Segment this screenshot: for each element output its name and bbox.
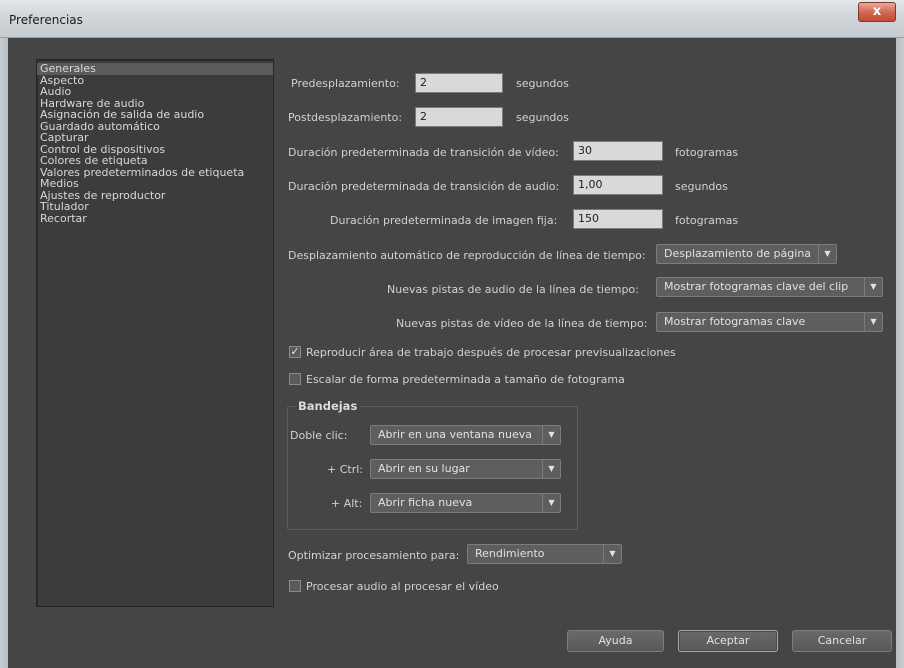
close-icon: x	[872, 4, 882, 19]
play-work-area-checkbox[interactable]: ✓	[289, 346, 301, 358]
ctrl-value: Abrir en su lugar	[378, 462, 470, 475]
new-video-tracks-dropdown[interactable]: Mostrar fotogramas clave ▼	[656, 312, 883, 332]
sidebar-item-recortar[interactable]: Recortar	[37, 213, 273, 225]
play-work-area-label: Reproducir área de trabajo después de pr…	[306, 346, 676, 359]
optimize-dropdown[interactable]: Rendimiento ▼	[467, 544, 622, 564]
sidebar-item-audio[interactable]: Audio	[37, 86, 273, 98]
sidebar-item-medios[interactable]: Medios	[37, 178, 273, 190]
chevron-down-icon: ▼	[542, 426, 560, 444]
chevron-down-icon: ▼	[542, 494, 560, 512]
video-transition-unit: fotogramas	[675, 146, 739, 159]
autoscroll-dropdown[interactable]: Desplazamiento de página ▼	[656, 244, 837, 264]
alt-label: + Alt:	[331, 497, 363, 510]
double-click-value: Abrir en una ventana nueva	[378, 428, 532, 441]
postroll-unit: segundos	[516, 111, 569, 124]
chevron-down-icon: ▼	[864, 313, 882, 331]
chevron-down-icon: ▼	[542, 460, 560, 478]
postroll-input[interactable]: 2	[415, 107, 503, 127]
new-audio-tracks-label: Nuevas pistas de audio de la línea de ti…	[387, 283, 639, 296]
ok-button[interactable]: Aceptar	[678, 630, 778, 652]
ctrl-dropdown[interactable]: Abrir en su lugar ▼	[370, 459, 561, 479]
category-list: Generales Aspecto Audio Hardware de audio As…	[36, 59, 274, 607]
alt-dropdown[interactable]: Abrir ficha nueva ▼	[370, 493, 561, 513]
autoscroll-value: Desplazamiento de página	[664, 247, 812, 260]
audio-transition-input[interactable]: 1,00	[573, 175, 663, 195]
preroll-label: Predesplazamiento:	[291, 77, 400, 90]
new-audio-tracks-dropdown[interactable]: Mostrar fotogramas clave del clip ▼	[656, 277, 883, 297]
window-title: Preferencias	[9, 13, 83, 27]
still-duration-unit: fotogramas	[675, 214, 739, 227]
still-duration-input[interactable]: 150	[573, 209, 663, 229]
chevron-down-icon: ▼	[864, 278, 882, 296]
window-frame-right	[896, 38, 904, 668]
render-audio-checkbox[interactable]	[289, 580, 301, 592]
new-video-tracks-value: Mostrar fotogramas clave	[664, 315, 806, 328]
sidebar-item-generales[interactable]: Generales	[37, 63, 273, 75]
close-button[interactable]: x	[858, 2, 896, 22]
chevron-down-icon: ▼	[603, 545, 621, 563]
video-transition-input[interactable]: 30	[573, 141, 663, 161]
alt-value: Abrir ficha nueva	[378, 496, 473, 509]
sidebar-item-titulador[interactable]: Titulador	[37, 201, 273, 213]
bins-group-title: Bandejas	[295, 399, 361, 413]
sidebar-item-aspecto[interactable]: Aspecto	[37, 75, 273, 87]
double-click-label: Doble clic:	[290, 429, 348, 442]
preroll-unit: segundos	[516, 77, 569, 90]
title-bar: Preferencias x	[0, 0, 904, 38]
postroll-label: Postdesplazamiento:	[288, 111, 403, 124]
new-video-tracks-label: Nuevas pistas de vídeo de la línea de ti…	[396, 317, 648, 330]
ctrl-label: + Ctrl:	[327, 463, 363, 476]
optimize-label: Optimizar procesamiento para:	[288, 549, 460, 562]
chevron-down-icon: ▼	[818, 245, 836, 263]
audio-transition-unit: segundos	[675, 180, 728, 193]
sidebar-item-colores-de-etiqueta[interactable]: Colores de etiqueta	[37, 155, 273, 167]
preroll-input[interactable]: 2	[415, 73, 503, 93]
autoscroll-label: Desplazamiento automático de reproducció…	[288, 249, 646, 262]
checkmark-icon: ✓	[290, 345, 300, 358]
render-audio-label: Procesar audio al procesar el vídeo	[306, 580, 499, 593]
scale-to-frame-checkbox[interactable]	[289, 373, 301, 385]
optimize-value: Rendimiento	[475, 547, 545, 560]
double-click-dropdown[interactable]: Abrir en una ventana nueva ▼	[370, 425, 561, 445]
cancel-button[interactable]: Cancelar	[792, 630, 892, 652]
sidebar-item-capturar[interactable]: Capturar	[37, 132, 273, 144]
scale-to-frame-label: Escalar de forma predeterminada a tamaño…	[306, 373, 625, 386]
sidebar-item-asignacion-de-salida-de-audio[interactable]: Asignación de salida de audio	[37, 109, 273, 121]
still-duration-label: Duración predeterminada de imagen fija:	[330, 214, 558, 227]
new-audio-tracks-value: Mostrar fotogramas clave del clip	[664, 280, 849, 293]
window-frame-left	[0, 38, 8, 668]
help-button[interactable]: Ayuda	[567, 630, 664, 652]
video-transition-label: Duración predeterminada de transición de…	[288, 146, 559, 159]
audio-transition-label: Duración predeterminada de transición de…	[288, 180, 560, 193]
